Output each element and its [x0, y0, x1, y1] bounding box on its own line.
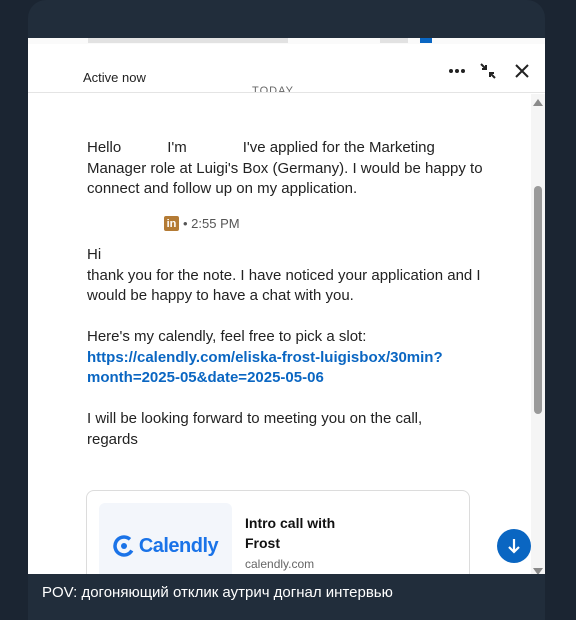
reply-line: Hi [87, 246, 102, 263]
linkedin-chat-screenshot: Active now TODAY Hello I'm I've applied fo… [28, 38, 545, 574]
reply-line: I will be looking forward to meeting you… [87, 410, 423, 427]
minimize-button[interactable] [475, 58, 501, 84]
close-button[interactable] [509, 58, 535, 84]
more-horizontal-icon [449, 69, 465, 73]
message-reply: Hi thank you for the note. I have notice… [87, 245, 487, 450]
link-preview-thumbnail: Calendly [99, 503, 232, 574]
reply-line: thank you for the note. I have noticed y… [87, 266, 481, 305]
calendly-logo-icon [113, 535, 135, 557]
redacted-area [88, 38, 288, 43]
message-time: • 2:55 PM [183, 216, 240, 231]
arrow-down-icon [508, 539, 520, 554]
more-options-button[interactable] [444, 58, 470, 84]
calendly-logo-text: Calendly [138, 534, 219, 557]
jump-to-latest-button[interactable] [497, 529, 531, 563]
close-icon [515, 64, 529, 78]
post-card: Active now TODAY Hello I'm I've applied fo… [28, 0, 545, 620]
message-text: Hello I'm I've applied for the Marketing M… [87, 139, 483, 197]
reply-line: Here's my calendly, feel free to pick a … [87, 328, 367, 345]
presence-status: Active now [83, 70, 146, 85]
message-meta: in • 2:55 PM [164, 216, 240, 231]
collapse-arrows-icon [480, 63, 496, 79]
tab-indicator [420, 38, 432, 43]
link-preview-title: Intro call with Frost [245, 515, 336, 551]
link-preview-domain: calendly.com [245, 557, 315, 571]
post-caption: POV: догоняющий отклик аутрич догнал инт… [28, 574, 545, 620]
calendly-link[interactable]: https://calendly.com/eliska-frost-luigis… [87, 348, 487, 389]
linkedin-badge-icon: in [164, 216, 179, 231]
scroll-up-arrow-icon[interactable] [533, 98, 543, 106]
date-divider: TODAY [252, 86, 294, 92]
link-preview-card[interactable]: Calendly Intro call with Frost calendly.c… [86, 490, 470, 574]
message-first: Hello I'm I've applied for the Marketing M… [87, 138, 487, 200]
reply-line: regards [87, 430, 138, 448]
scrollbar-thumb[interactable] [534, 186, 542, 414]
redacted-area [380, 38, 408, 43]
